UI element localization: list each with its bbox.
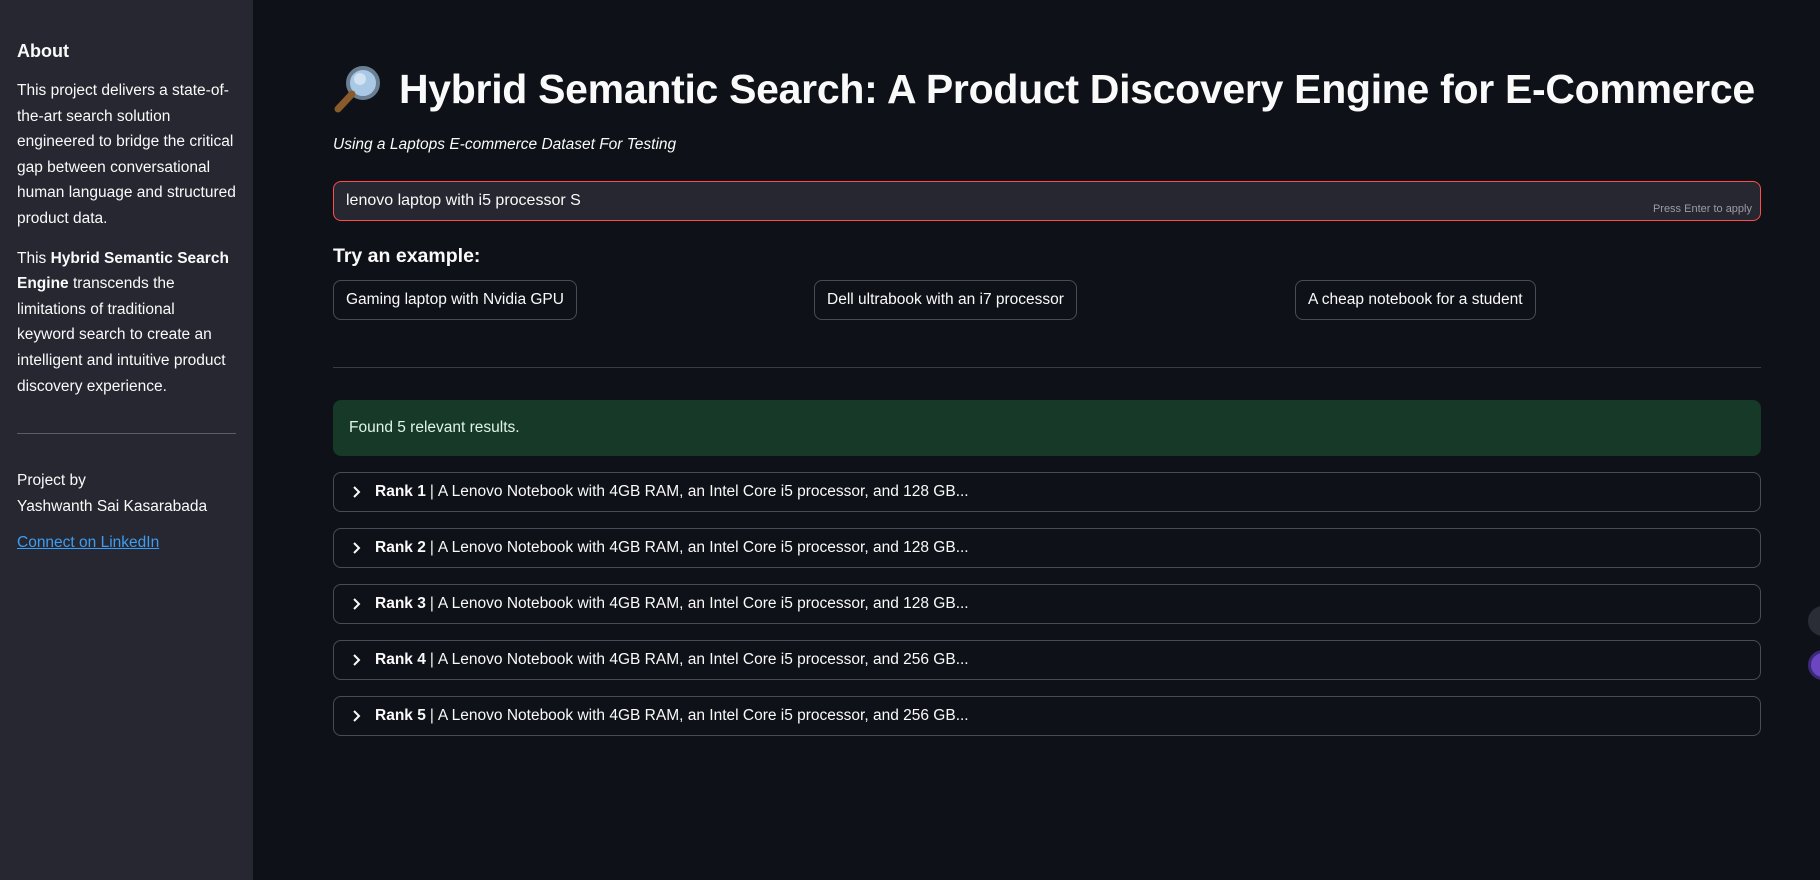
result-rank: Rank 4 [375,651,426,668]
main-content: Hybrid Semantic Search: A Product Discov… [333,0,1761,752]
sidebar-description-2: This Hybrid Semantic Search Engine trans… [17,249,229,395]
magnifying-glass-icon [334,66,380,113]
chevron-right-icon [353,598,361,610]
result-expander-1[interactable]: Rank 1 | A Lenovo Notebook with 4GB RAM, a… [333,472,1761,512]
sidebar-divider [17,433,236,435]
content-divider [333,367,1761,368]
result-summary: A Lenovo Notebook with 4GB RAM, an Intel… [437,651,969,668]
examples-row: Gaming laptop with Nvidia GPU Dell ultra… [333,280,1761,320]
result-rank: Rank 1 [375,483,426,500]
examples-heading: Try an example: [333,245,481,267]
assistant-bubble-icon[interactable] [1808,650,1820,680]
sidebar-description: This project delivers a state-of-the-art… [17,82,236,227]
sidebar: About This project delivers a state-of-t… [0,0,253,880]
result-expander-3[interactable]: Rank 3 | A Lenovo Notebook with 4GB RAM, a… [333,584,1761,624]
success-alert: Found 5 relevant results. [333,400,1761,456]
credit-name: Yashwanth Sai Kasarabada [17,498,208,516]
search-input[interactable] [334,182,1760,220]
result-summary: A Lenovo Notebook with 4GB RAM, an Intel… [437,595,969,612]
project-credit: Project by Yashwanth Sai Kasarabada [17,468,236,520]
sidebar-heading: About [17,41,69,61]
search-box: Press Enter to apply [333,181,1761,221]
press-enter-hint: Press Enter to apply [1652,203,1752,215]
floating-widget-icon[interactable] [1808,606,1820,636]
result-expander-5[interactable]: Rank 5 | A Lenovo Notebook with 4GB RAM, a… [333,696,1761,736]
result-expander-4[interactable]: Rank 4 | A Lenovo Notebook with 4GB RAM, a… [333,640,1761,680]
page-title: Hybrid Semantic Search: A Product Discov… [333,62,1761,116]
result-summary: A Lenovo Notebook with 4GB RAM, an Intel… [437,483,969,500]
result-summary: A Lenovo Notebook with 4GB RAM, an Intel… [437,707,969,724]
page-title-text: Hybrid Semantic Search: A Product Discov… [399,66,1755,112]
credit-label: Project by [17,472,86,490]
result-rank: Rank 5 [375,707,426,724]
chevron-right-icon [353,542,361,554]
result-summary: A Lenovo Notebook with 4GB RAM, an Intel… [437,539,969,556]
example-button-dell[interactable]: Dell ultrabook with an i7 processor [814,280,1077,320]
results-list: Rank 1 | A Lenovo Notebook with 4GB RAM, a… [333,472,1761,736]
chevron-right-icon [353,710,361,722]
example-button-cheap[interactable]: A cheap notebook for a student [1295,280,1536,320]
chevron-right-icon [353,654,361,666]
result-expander-2[interactable]: Rank 2 | A Lenovo Notebook with 4GB RAM, a… [333,528,1761,568]
example-button-gaming[interactable]: Gaming laptop with Nvidia GPU [333,280,577,320]
result-rank: Rank 3 [375,595,426,612]
chevron-right-icon [353,486,361,498]
page-subtitle: Using a Laptops E-commerce Dataset For T… [333,136,677,153]
linkedin-link[interactable]: Connect on LinkedIn [17,534,159,551]
result-rank: Rank 2 [375,539,426,556]
